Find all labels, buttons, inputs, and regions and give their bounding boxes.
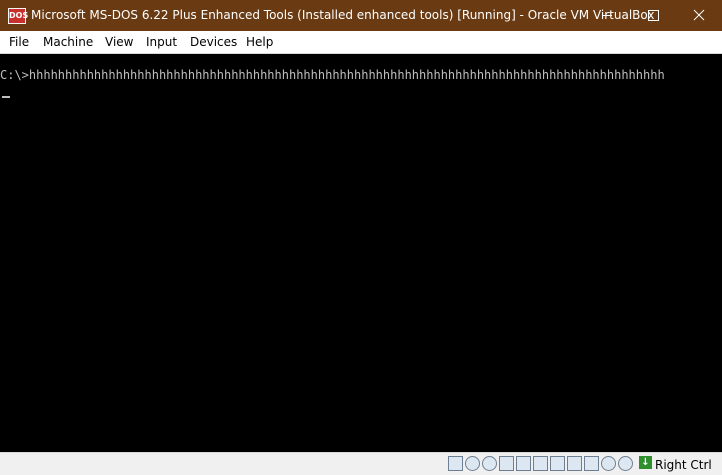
menu-input[interactable]: Input [146,35,177,49]
vm-screen[interactable]: C:\>hhhhhhhhhhhhhhhhhhhhhhhhhhhhhhhhhhhh… [0,54,722,452]
video-capture-icon[interactable] [567,456,582,471]
close-button[interactable] [676,0,722,31]
network-icon[interactable] [499,456,514,471]
status-bar: ↓ Right Ctrl [0,452,722,475]
window-title: Microsoft MS-DOS 6.22 Plus Enhanced Tool… [31,8,655,22]
minimize-button[interactable] [584,0,630,31]
usb-icon[interactable] [516,456,531,471]
mouse-integration-icon[interactable] [601,456,616,471]
menu-devices[interactable]: Devices [190,35,237,49]
shared-folder-icon[interactable] [533,456,548,471]
keyboard-capture-icon[interactable] [618,456,633,471]
menu-bar: File Machine View Input Devices Help [0,31,722,54]
optical-disk-icon[interactable] [465,456,480,471]
dos-prompt: C:\>hhhhhhhhhhhhhhhhhhhhhhhhhhhhhhhhhhhh… [0,68,665,82]
host-key-arrow-icon: ↓ [639,456,652,469]
menu-help[interactable]: Help [246,35,273,49]
menu-file[interactable]: File [9,35,29,49]
host-key-label: Right Ctrl [655,458,712,472]
harddisk-icon[interactable] [448,456,463,471]
menu-view[interactable]: View [105,35,133,49]
title-bar[interactable]: DOS Microsoft MS-DOS 6.22 Plus Enhanced … [0,0,722,31]
minimize-icon [602,15,612,16]
virtualbox-window: DOS Microsoft MS-DOS 6.22 Plus Enhanced … [0,0,722,475]
display-icon[interactable] [550,456,565,471]
text-cursor [2,96,10,98]
menu-machine[interactable]: Machine [43,35,93,49]
maximize-icon [648,10,659,21]
close-icon [693,9,705,21]
maximize-button[interactable] [630,0,676,31]
audio-icon[interactable] [482,456,497,471]
cpu-icon[interactable] [584,456,599,471]
app-icon: DOS [8,8,28,24]
